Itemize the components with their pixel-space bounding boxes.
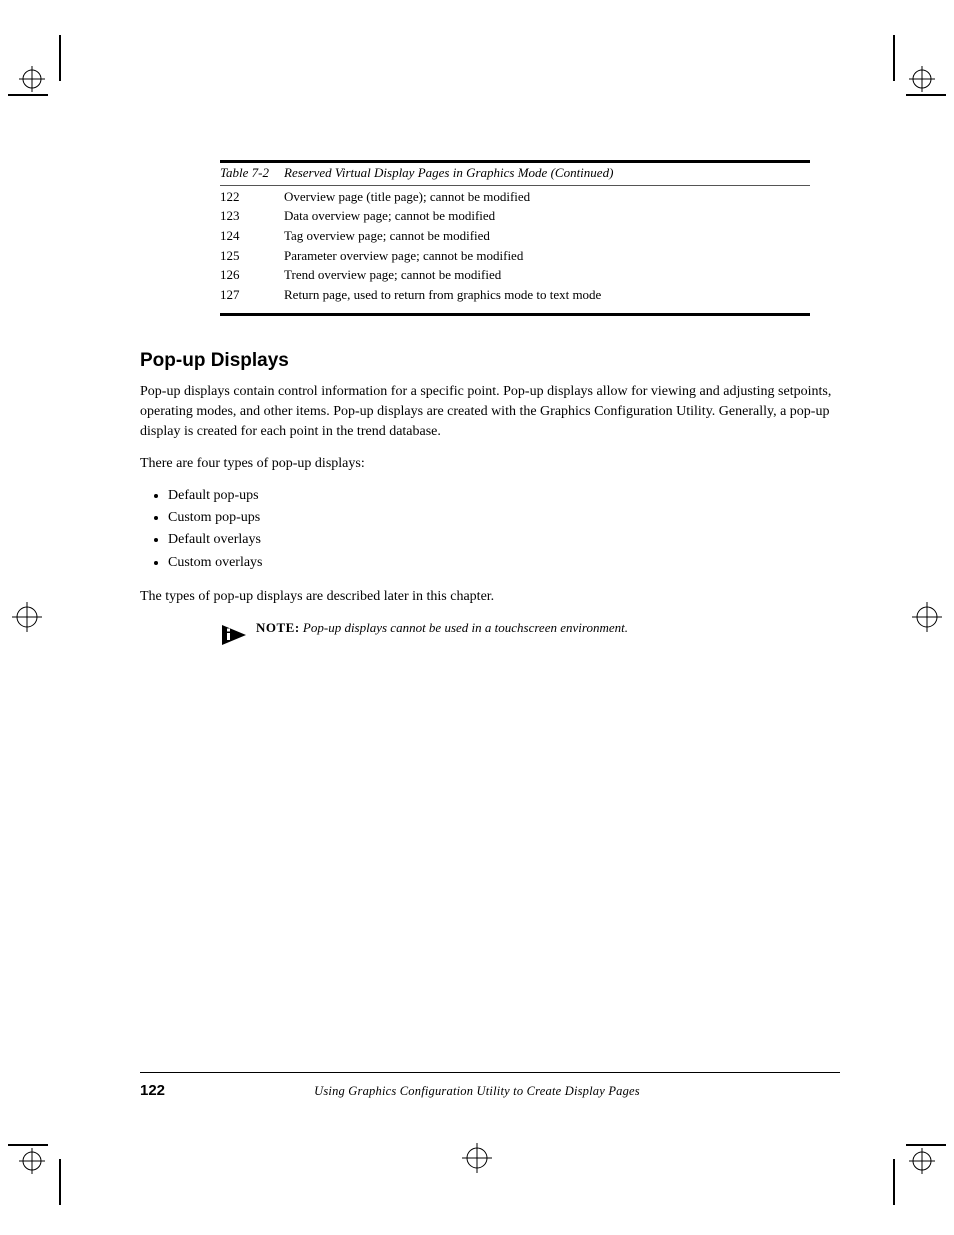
table-caption-text: Reserved Virtual Display Pages in Graphi… [284,165,810,182]
crop-mark-br [886,1135,946,1205]
cell-page: 122 [220,188,284,206]
note-body: Pop-up displays cannot be used in a touc… [303,620,628,635]
table-caption-number: Table 7-2 [220,165,284,182]
page-content: Table 7-2 Reserved Virtual Display Pages… [140,160,840,654]
table-row: 124 Tag overview page; cannot be modifie… [220,227,810,245]
cell-func: Return page, used to return from graphic… [284,286,810,304]
table-row: 127 Return page, used to return from gra… [220,286,810,317]
crop-mark-bl [8,1135,68,1205]
info-icon [220,621,256,654]
footer-rule [140,1072,840,1073]
crop-mark-bc [460,1141,494,1175]
cell-page: 127 [220,286,284,304]
note-label: NOTE: [256,620,300,635]
table-row: 122 Overview page (title page); cannot b… [220,188,810,206]
cell-page: 124 [220,227,284,245]
footer-title: Using Graphics Configuration Utility to … [0,1084,954,1099]
cell-func: Trend overview page; cannot be modified [284,266,810,284]
crop-mark-ml [10,600,44,634]
list-item: Default overlays [168,530,840,550]
cell-page: 123 [220,207,284,225]
section-heading: Pop-up Displays [140,350,840,372]
body-paragraph: Pop-up displays contain control informat… [140,382,840,442]
list-item: Default pop-ups [168,486,840,506]
note-block: NOTE: Pop-up displays cannot be used in … [220,619,810,654]
note-text: NOTE: Pop-up displays cannot be used in … [256,619,628,637]
list-item: Custom overlays [168,553,840,573]
list-item: Custom pop-ups [168,508,840,528]
cell-func: Overview page (title page); cannot be mo… [284,188,810,206]
crop-mark-tl [8,35,68,105]
table-row: 123 Data overview page; cannot be modifi… [220,207,810,225]
popup-types-list: Default pop-ups Custom pop-ups Default o… [140,486,840,573]
cell-page: 126 [220,266,284,284]
crop-mark-tr [886,35,946,105]
body-paragraph: The types of pop-up displays are describ… [140,587,840,607]
cell-page: 125 [220,247,284,265]
cell-func: Data overview page; cannot be modified [284,207,810,225]
reserved-pages-table: Table 7-2 Reserved Virtual Display Pages… [220,160,810,316]
crop-mark-mr [910,600,944,634]
cell-func: Tag overview page; cannot be modified [284,227,810,245]
table-row: 126 Trend overview page; cannot be modif… [220,266,810,284]
body-paragraph: There are four types of pop-up displays: [140,454,840,474]
cell-func: Parameter overview page; cannot be modif… [284,247,810,265]
table-row: 125 Parameter overview page; cannot be m… [220,247,810,265]
